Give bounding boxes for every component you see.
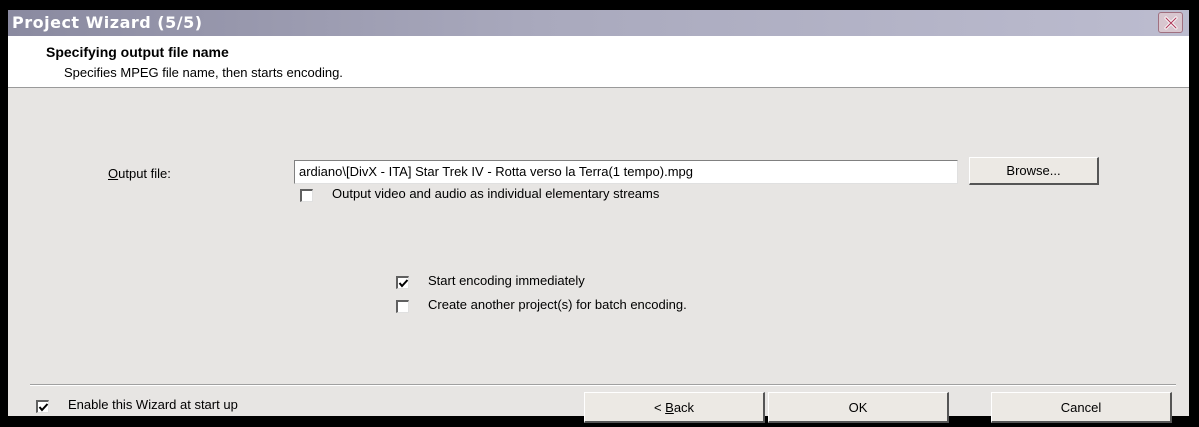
output-file-label: Output file: xyxy=(108,166,171,181)
elementary-streams-checkbox[interactable] xyxy=(300,189,313,202)
checkmark-icon xyxy=(38,403,49,412)
title-bar[interactable]: Project Wizard (5/5) xyxy=(8,10,1189,36)
start-encoding-label: Start encoding immediately xyxy=(428,273,585,288)
page-title: Specifying output file name xyxy=(46,44,229,60)
output-file-input[interactable]: ardiano\[DivX - ITA] Star Trek IV - Rott… xyxy=(294,160,958,184)
back-button[interactable]: < Back xyxy=(584,392,765,423)
wizard-body: Output file: ardiano\[DivX - ITA] Star T… xyxy=(8,88,1189,423)
page-subtitle: Specifies MPEG file name, then starts en… xyxy=(64,65,343,80)
footer-separator xyxy=(30,384,1176,386)
window-title: Project Wizard (5/5) xyxy=(12,13,203,32)
enable-wizard-checkbox[interactable] xyxy=(36,400,49,413)
checkmark-icon xyxy=(398,279,409,288)
batch-encoding-checkbox[interactable] xyxy=(396,300,409,313)
close-icon xyxy=(1164,16,1178,30)
browse-button[interactable]: Browse... xyxy=(969,157,1099,185)
ok-button[interactable]: OK xyxy=(768,392,949,423)
batch-encoding-label: Create another project(s) for batch enco… xyxy=(428,297,687,312)
back-button-text: ack xyxy=(673,399,695,415)
cancel-button[interactable]: Cancel xyxy=(991,392,1172,423)
close-button[interactable] xyxy=(1158,12,1183,33)
enable-wizard-label: Enable this Wizard at start up xyxy=(68,397,238,412)
output-file-label-accel: O xyxy=(108,166,119,181)
elementary-streams-label: Output video and audio as individual ele… xyxy=(332,186,660,201)
output-file-label-text: utput file: xyxy=(118,166,171,181)
wizard-header: Specifying output file name Specifies MP… xyxy=(8,36,1189,88)
project-wizard-window: Project Wizard (5/5) Specifying output f… xyxy=(0,0,1199,427)
back-button-accel: B xyxy=(665,399,674,415)
start-encoding-checkbox[interactable] xyxy=(396,276,409,289)
back-button-prefix: < xyxy=(653,399,666,415)
